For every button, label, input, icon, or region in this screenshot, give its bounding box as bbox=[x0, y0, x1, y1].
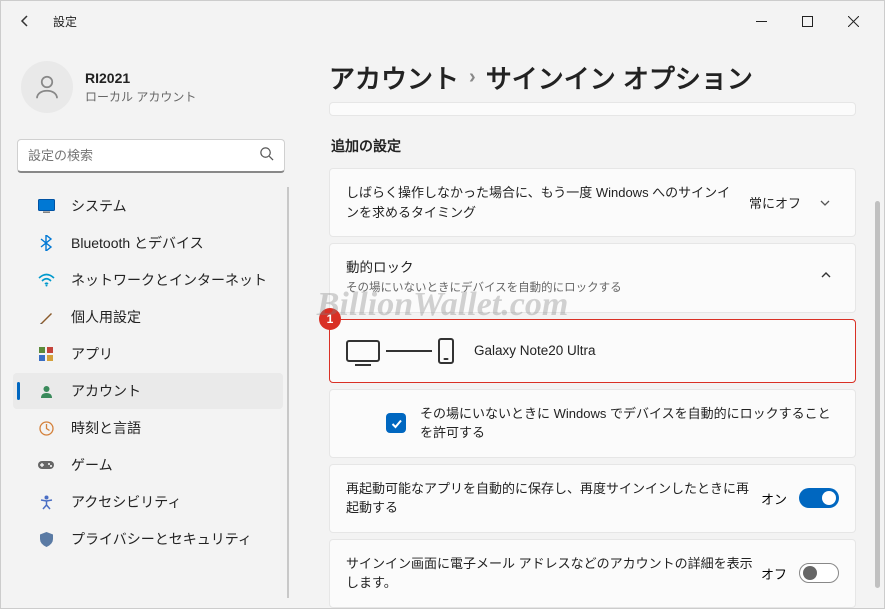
card-idle-signin[interactable]: しばらく操作しなかった場合に、もう一度 Windows へのサインインを求めるタ… bbox=[329, 168, 856, 237]
section-additional-title: 追加の設定 bbox=[331, 136, 856, 156]
account-icon bbox=[37, 382, 55, 400]
back-button[interactable] bbox=[9, 5, 41, 37]
clock-globe-icon bbox=[37, 419, 55, 437]
email-text: サインイン画面に電子メール アドレスなどのアカウントの詳細を表示します。 bbox=[346, 554, 761, 593]
profile-block[interactable]: RI2021 ローカル アカウント bbox=[13, 51, 289, 133]
wifi-icon bbox=[37, 271, 55, 289]
restart-toggle[interactable] bbox=[799, 488, 839, 508]
profile-type: ローカル アカウント bbox=[85, 88, 196, 105]
accessibility-icon bbox=[37, 493, 55, 511]
breadcrumb: アカウント › サインイン オプション bbox=[329, 59, 856, 96]
connection-line-icon bbox=[386, 350, 432, 352]
maximize-icon bbox=[802, 16, 813, 27]
search-input[interactable] bbox=[28, 148, 259, 163]
breadcrumb-parent[interactable]: アカウント bbox=[329, 59, 459, 96]
close-icon bbox=[848, 16, 859, 27]
card-allow-lock[interactable]: その場にいないときに Windows でデバイスを自動的にロックすることを許可す… bbox=[329, 389, 856, 458]
maximize-button[interactable] bbox=[784, 5, 830, 37]
nav-item-gaming[interactable]: ゲーム bbox=[13, 447, 283, 483]
nav-label: 個人用設定 bbox=[71, 307, 141, 327]
nav-item-network[interactable]: ネットワークとインターネット bbox=[13, 262, 283, 298]
nav-item-privacy[interactable]: プライバシーとセキュリティ bbox=[13, 521, 283, 557]
card-stub bbox=[329, 102, 856, 116]
card-desc: しばらく操作しなかった場合に、もう一度 Windows へのサインインを求めるタ… bbox=[346, 183, 741, 222]
nav-label: アクセシビリティ bbox=[71, 492, 181, 512]
nav-label: ゲーム bbox=[71, 455, 113, 475]
minimize-icon bbox=[756, 16, 767, 27]
card-dynamic-lock[interactable]: 動的ロック その場にいないときにデバイスを自動的にロックする bbox=[329, 243, 856, 313]
allow-lock-checkbox[interactable] bbox=[386, 413, 406, 433]
email-toggle-label: オフ bbox=[761, 564, 787, 583]
nav-item-time-language[interactable]: 時刻と言語 bbox=[13, 410, 283, 446]
restart-text: 再起動可能なアプリを自動的に保存し、再度サインインしたときに再起動する bbox=[346, 479, 761, 518]
titlebar: 設定 bbox=[1, 1, 884, 41]
minimize-button[interactable] bbox=[738, 5, 784, 37]
nav-item-accessibility[interactable]: アクセシビリティ bbox=[13, 484, 283, 520]
sidebar-scrollbar[interactable] bbox=[287, 187, 289, 598]
nav-label: プライバシーとセキュリティ bbox=[71, 529, 252, 549]
profile-name: RI2021 bbox=[85, 70, 196, 86]
nav-item-personalization[interactable]: 個人用設定 bbox=[13, 299, 283, 335]
idle-dropdown[interactable]: 常にオフ bbox=[741, 189, 839, 216]
avatar bbox=[21, 61, 73, 113]
phone-icon bbox=[438, 338, 454, 364]
nav-item-bluetooth[interactable]: Bluetooth とデバイス bbox=[13, 225, 283, 261]
dynlock-title: 動的ロック bbox=[346, 258, 813, 278]
brush-icon bbox=[37, 308, 55, 326]
bluetooth-icon bbox=[37, 234, 55, 252]
chevron-up-icon bbox=[819, 268, 833, 282]
nav-item-accounts[interactable]: アカウント bbox=[13, 373, 283, 409]
nav-label: アカウント bbox=[71, 381, 141, 401]
pc-icon bbox=[346, 340, 380, 362]
search-box[interactable] bbox=[17, 139, 285, 173]
allow-lock-text: その場にいないときに Windows でデバイスを自動的にロックすることを許可す… bbox=[420, 404, 839, 443]
shield-icon bbox=[37, 530, 55, 548]
dropdown-value: 常にオフ bbox=[749, 193, 801, 212]
window-title: 設定 bbox=[53, 13, 77, 30]
nav-item-apps[interactable]: アプリ bbox=[13, 336, 283, 372]
chevron-down-icon bbox=[819, 197, 831, 209]
nav-label: アプリ bbox=[71, 344, 113, 364]
card-show-email[interactable]: サインイン画面に電子メール アドレスなどのアカウントの詳細を表示します。 オフ bbox=[329, 539, 856, 608]
card-paired-device[interactable]: 1 Galaxy Note20 Ultra bbox=[329, 319, 856, 383]
card-restart-apps[interactable]: 再起動可能なアプリを自動的に保存し、再度サインインしたときに再起動する オン bbox=[329, 464, 856, 533]
annotation-badge: 1 bbox=[319, 308, 341, 330]
nav-label: システム bbox=[71, 196, 127, 216]
apps-icon bbox=[37, 345, 55, 363]
display-icon bbox=[37, 197, 55, 215]
main-scrollbar[interactable] bbox=[875, 201, 880, 588]
breadcrumb-current: サインイン オプション bbox=[486, 59, 753, 96]
nav-label: Bluetooth とデバイス bbox=[71, 233, 204, 253]
nav-label: ネットワークとインターネット bbox=[71, 270, 267, 290]
device-pair-graphic bbox=[346, 338, 454, 364]
nav-item-system[interactable]: システム bbox=[13, 188, 283, 224]
paired-device-name: Galaxy Note20 Ultra bbox=[474, 343, 596, 358]
check-icon bbox=[390, 417, 403, 430]
restart-toggle-label: オン bbox=[761, 489, 787, 508]
arrow-left-icon bbox=[17, 13, 33, 29]
close-button[interactable] bbox=[830, 5, 876, 37]
email-toggle[interactable] bbox=[799, 563, 839, 583]
main-content: アカウント › サインイン オプション 追加の設定 しばらく操作しなかった場合に… bbox=[301, 41, 884, 608]
collapse-button[interactable] bbox=[813, 262, 839, 293]
nav-list: システム Bluetooth とデバイス ネットワークとインターネット 個人用設… bbox=[13, 187, 289, 598]
search-icon bbox=[259, 146, 274, 166]
dynlock-sub: その場にいないときにデバイスを自動的にロックする bbox=[346, 280, 813, 297]
chevron-right-icon: › bbox=[469, 66, 476, 89]
gaming-icon bbox=[37, 456, 55, 474]
sidebar: RI2021 ローカル アカウント システム Bluetooth とデバイス bbox=[1, 41, 301, 608]
person-icon bbox=[32, 72, 62, 102]
nav-label: 時刻と言語 bbox=[71, 418, 141, 438]
